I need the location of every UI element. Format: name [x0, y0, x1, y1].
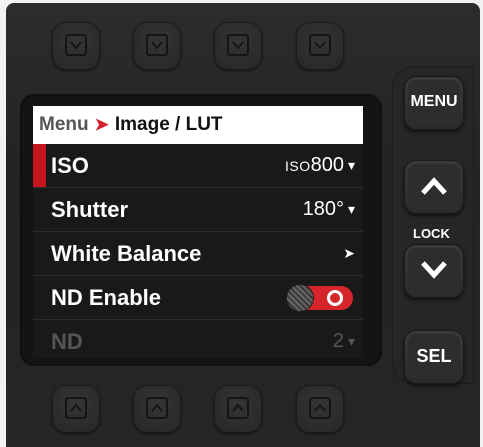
down-chevron-icon: [146, 34, 168, 56]
down-chevron-icon: [65, 34, 87, 56]
down-chevron-icon: [227, 34, 249, 56]
soft-key-bottom-1[interactable]: [52, 385, 100, 433]
breadcrumb-root[interactable]: Menu: [39, 114, 89, 136]
up-chevron-icon: [65, 397, 87, 419]
row-label: Shutter: [51, 196, 128, 222]
iso-number: 800: [310, 154, 344, 176]
breadcrumb-current: Image / LUT: [114, 114, 223, 135]
nd-value: 2 ▾: [333, 330, 363, 353]
soft-key-top-4[interactable]: [296, 22, 344, 70]
lock-label: LOCK: [413, 226, 450, 241]
up-arrow-icon: [421, 177, 447, 195]
soft-key-bottom-4[interactable]: [296, 385, 344, 433]
nd-number: 2: [332, 330, 344, 352]
row-label: White Balance: [51, 240, 202, 266]
caret-down-icon: ▾: [347, 201, 355, 217]
soft-key-bottom-3[interactable]: [214, 385, 262, 433]
nd-enable-toggle[interactable]: [287, 284, 353, 311]
up-chevron-icon: [309, 397, 331, 419]
menu-row-nd-enable[interactable]: ND Enable: [33, 276, 363, 320]
select-button[interactable]: SEL: [404, 330, 464, 384]
iso-value[interactable]: ISO800 ▾: [285, 154, 363, 177]
up-button-face: [408, 164, 460, 208]
soft-key-top-1[interactable]: [52, 22, 100, 70]
shutter-number: 180°: [302, 198, 344, 220]
down-button-face: [408, 248, 460, 292]
up-chevron-icon: [227, 397, 249, 419]
menu-screen: Menu ➤ Image / LUT ISO ISO800 ▾ Shutter …: [33, 106, 363, 358]
menu-button[interactable]: MENU: [404, 76, 464, 130]
caret-down-icon: ▾: [347, 157, 355, 173]
soft-key-top-3[interactable]: [214, 22, 262, 70]
down-button[interactable]: [404, 244, 464, 298]
soft-key-bottom-2[interactable]: [133, 385, 181, 433]
breadcrumb-arrow-icon: ➤: [94, 115, 109, 134]
menu-button-label: MENU: [408, 80, 460, 124]
submenu-arrow: ➤: [343, 245, 363, 262]
selection-marker: [33, 144, 46, 187]
menu-row-nd: ND 2 ▾: [33, 320, 363, 358]
row-label: ISO: [51, 152, 89, 178]
menu-row-iso[interactable]: ISO ISO800 ▾: [33, 144, 363, 188]
menu-row-shutter[interactable]: Shutter 180° ▾: [33, 188, 363, 232]
row-label: ND: [51, 328, 83, 354]
breadcrumb: Menu ➤ Image / LUT: [33, 106, 363, 144]
toggle-knob: [287, 284, 313, 311]
caret-down-icon: ▾: [347, 333, 355, 349]
soft-key-top-2[interactable]: [133, 22, 181, 70]
iso-prefix: ISO: [284, 158, 311, 174]
chevron-right-icon: ➤: [343, 245, 355, 261]
up-button[interactable]: [404, 160, 464, 214]
down-arrow-icon: [421, 261, 447, 279]
on-indicator-icon: [327, 289, 343, 306]
down-chevron-icon: [309, 34, 331, 56]
up-chevron-icon: [146, 397, 168, 419]
shutter-value[interactable]: 180° ▾: [303, 198, 363, 221]
row-label: ND Enable: [51, 284, 162, 310]
select-button-label: SEL: [408, 334, 460, 378]
menu-row-white-balance[interactable]: White Balance ➤: [33, 232, 363, 276]
